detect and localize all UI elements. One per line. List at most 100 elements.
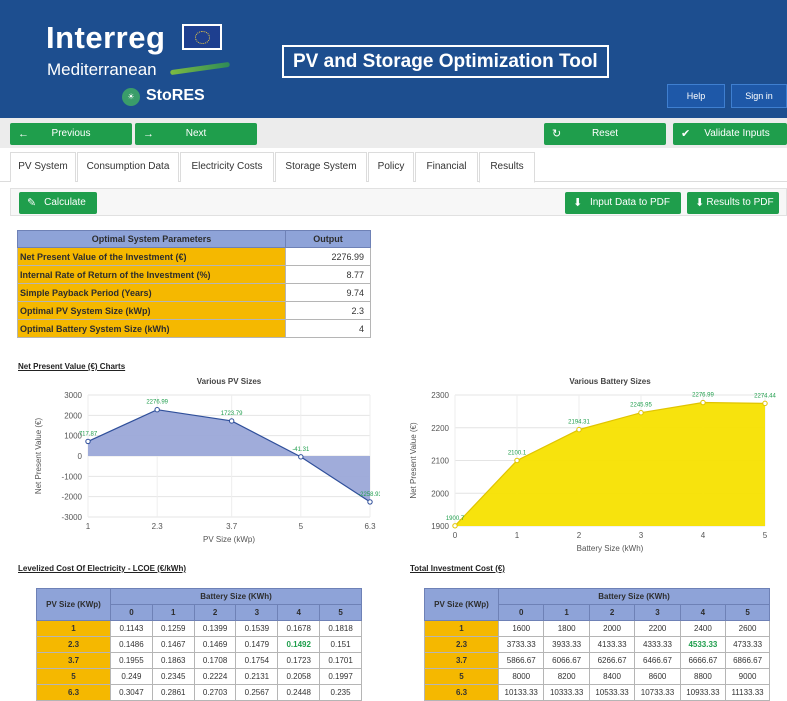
param-label: Net Present Value of the Investment (€)	[17, 247, 286, 266]
table-cell: 0.1818	[319, 620, 362, 637]
tab-consumption-data[interactable]: Consumption Data	[77, 152, 179, 182]
table-cell: 0.1259	[151, 620, 195, 637]
investment-title: Total Investment Cost (€)	[410, 564, 505, 573]
table-cell: 8000	[497, 668, 545, 685]
table-row: Net Present Value of the Investment (€) …	[17, 247, 371, 266]
param-label: Simple Payback Period (Years)	[17, 283, 286, 302]
download-icon: ⬇	[573, 197, 583, 209]
table-cell: 0.1479	[235, 636, 279, 653]
x-tick-label: 3	[639, 531, 644, 540]
table-cell: 8200	[543, 668, 590, 685]
table-cell: 0.249	[110, 668, 153, 685]
npv-charts-title: Net Present Value (€) Charts	[18, 362, 126, 371]
y-tick-label: -3000	[62, 513, 83, 522]
column-header: 4	[679, 604, 727, 621]
row-header: PV Size (KWp)	[424, 588, 499, 621]
data-point[interactable]	[452, 523, 458, 529]
results-to-pdf-button[interactable]: ⬇ Results to PDF	[687, 192, 779, 214]
y-tick-label: 2300	[431, 391, 449, 400]
project-name: StoRES	[146, 87, 205, 104]
logo-swoosh	[169, 61, 231, 76]
x-tick-label: 5	[763, 531, 768, 540]
data-point[interactable]	[762, 400, 768, 407]
pv-size-chart-svg: Various PV Sizes3000200010000-1000-2000-…	[34, 377, 383, 544]
table-cell: 2600	[725, 620, 770, 637]
data-point[interactable]	[514, 457, 520, 464]
lcoe-title: Levelized Cost Of Electricity - LCOE (€/…	[18, 564, 187, 573]
table-row: 2.3 0.1486 0.1467 0.1469 0.1479 0.1492 0.151	[36, 636, 362, 653]
row-label: 6.3	[36, 684, 111, 701]
tab-storage-system[interactable]: Storage System	[275, 152, 367, 182]
tab-electricity-costs[interactable]: Electricity Costs	[180, 152, 274, 182]
next-button[interactable]: → Next	[135, 123, 257, 145]
row-label: 3.7	[424, 652, 499, 669]
data-point[interactable]	[154, 407, 160, 413]
tab-results[interactable]: Results	[479, 152, 535, 183]
validate-inputs-button[interactable]: ✔ Validate Inputs	[673, 123, 787, 145]
y-tick-label: 1900	[431, 522, 449, 531]
help-button[interactable]: Help	[667, 84, 725, 108]
table-row: 5 8000 8200 8400 8600 8800 9000	[424, 668, 770, 685]
x-tick-label: 1	[86, 522, 91, 531]
table-row: Optimal PV System Size (kWp) 2.3	[17, 301, 371, 320]
table-cell: 4733.33	[725, 636, 770, 653]
table-cell: 0.1492	[277, 636, 321, 653]
data-label: 2276.99	[692, 393, 714, 399]
data-label: 2276.99	[146, 400, 168, 406]
data-point[interactable]	[700, 399, 706, 406]
table-row: 1 1600 1800 2000 2200 2400 2600	[424, 620, 770, 637]
reset-button[interactable]: ↻ Reset	[544, 123, 666, 145]
tab-policy[interactable]: Policy	[368, 152, 414, 182]
calculate-button[interactable]: ✎ Calculate	[19, 192, 97, 214]
table-cell: 10133.33	[497, 684, 545, 701]
column-header: 0	[110, 604, 153, 621]
param-value: 2276.99	[285, 247, 371, 266]
table-cell: 0.1486	[110, 636, 153, 653]
param-value: 9.74	[285, 283, 371, 302]
row-label: 2.3	[36, 636, 111, 653]
column-header: 2	[193, 604, 237, 621]
previous-button[interactable]: ← Previous	[10, 123, 132, 145]
table-row: 1 0.1143 0.1259 0.1399 0.1539 0.1678 0.1818	[36, 620, 362, 637]
table-cell: 0.2345	[151, 668, 195, 685]
data-point[interactable]	[638, 410, 644, 416]
results-toolbar: ✎ Calculate ⬇ Input Data to PDF ⬇ Result…	[10, 188, 787, 216]
table-cell: 1800	[543, 620, 590, 637]
y-tick-label: -2000	[62, 493, 83, 502]
table-header: Output	[285, 230, 371, 248]
param-label: Internal Rate of Return of the Investmen…	[17, 265, 286, 284]
row-label: 3.7	[36, 652, 111, 669]
sign-in-button[interactable]: Sign in	[731, 84, 787, 108]
table-cell: 0.1143	[110, 620, 153, 637]
data-point[interactable]	[367, 499, 373, 505]
row-label: 5	[424, 668, 499, 685]
reset-icon: ↻	[552, 128, 562, 140]
data-label: -2258.93	[358, 492, 380, 498]
eu-stars-icon	[195, 31, 210, 44]
data-point[interactable]	[85, 438, 91, 445]
table-cell: 8600	[634, 668, 681, 685]
table-cell: 11133.33	[725, 684, 770, 701]
tab-financial[interactable]: Financial	[415, 152, 478, 182]
data-point[interactable]	[228, 418, 235, 424]
column-header: 5	[725, 604, 770, 621]
battery-size-chart-svg: Various Battery Sizes 2300 2200 2100 2000 190…	[409, 377, 777, 553]
row-label: 5	[36, 668, 111, 685]
tab-pv-system[interactable]: PV System	[10, 152, 76, 182]
data-point[interactable]	[298, 454, 304, 460]
table-cell: 10733.33	[634, 684, 681, 701]
data-label: 1723.79	[221, 411, 243, 417]
table-cell: 6866.67	[725, 652, 770, 669]
table-cell: 0.1469	[193, 636, 237, 653]
table-cell: 0.1754	[235, 652, 279, 669]
input-data-to-pdf-button[interactable]: ⬇ Input Data to PDF	[565, 192, 681, 214]
table-cell: 2200	[634, 620, 681, 637]
data-point[interactable]	[576, 426, 582, 433]
row-label: 1	[424, 620, 499, 637]
column-header: 1	[543, 604, 590, 621]
x-tick-label: 2.3	[152, 522, 164, 531]
mediterranean-logo: Mediterranean	[47, 60, 157, 79]
x-tick-label: 4	[701, 531, 706, 540]
data-label: 1900.7	[446, 516, 465, 522]
x-tick-label: 1	[515, 531, 520, 540]
